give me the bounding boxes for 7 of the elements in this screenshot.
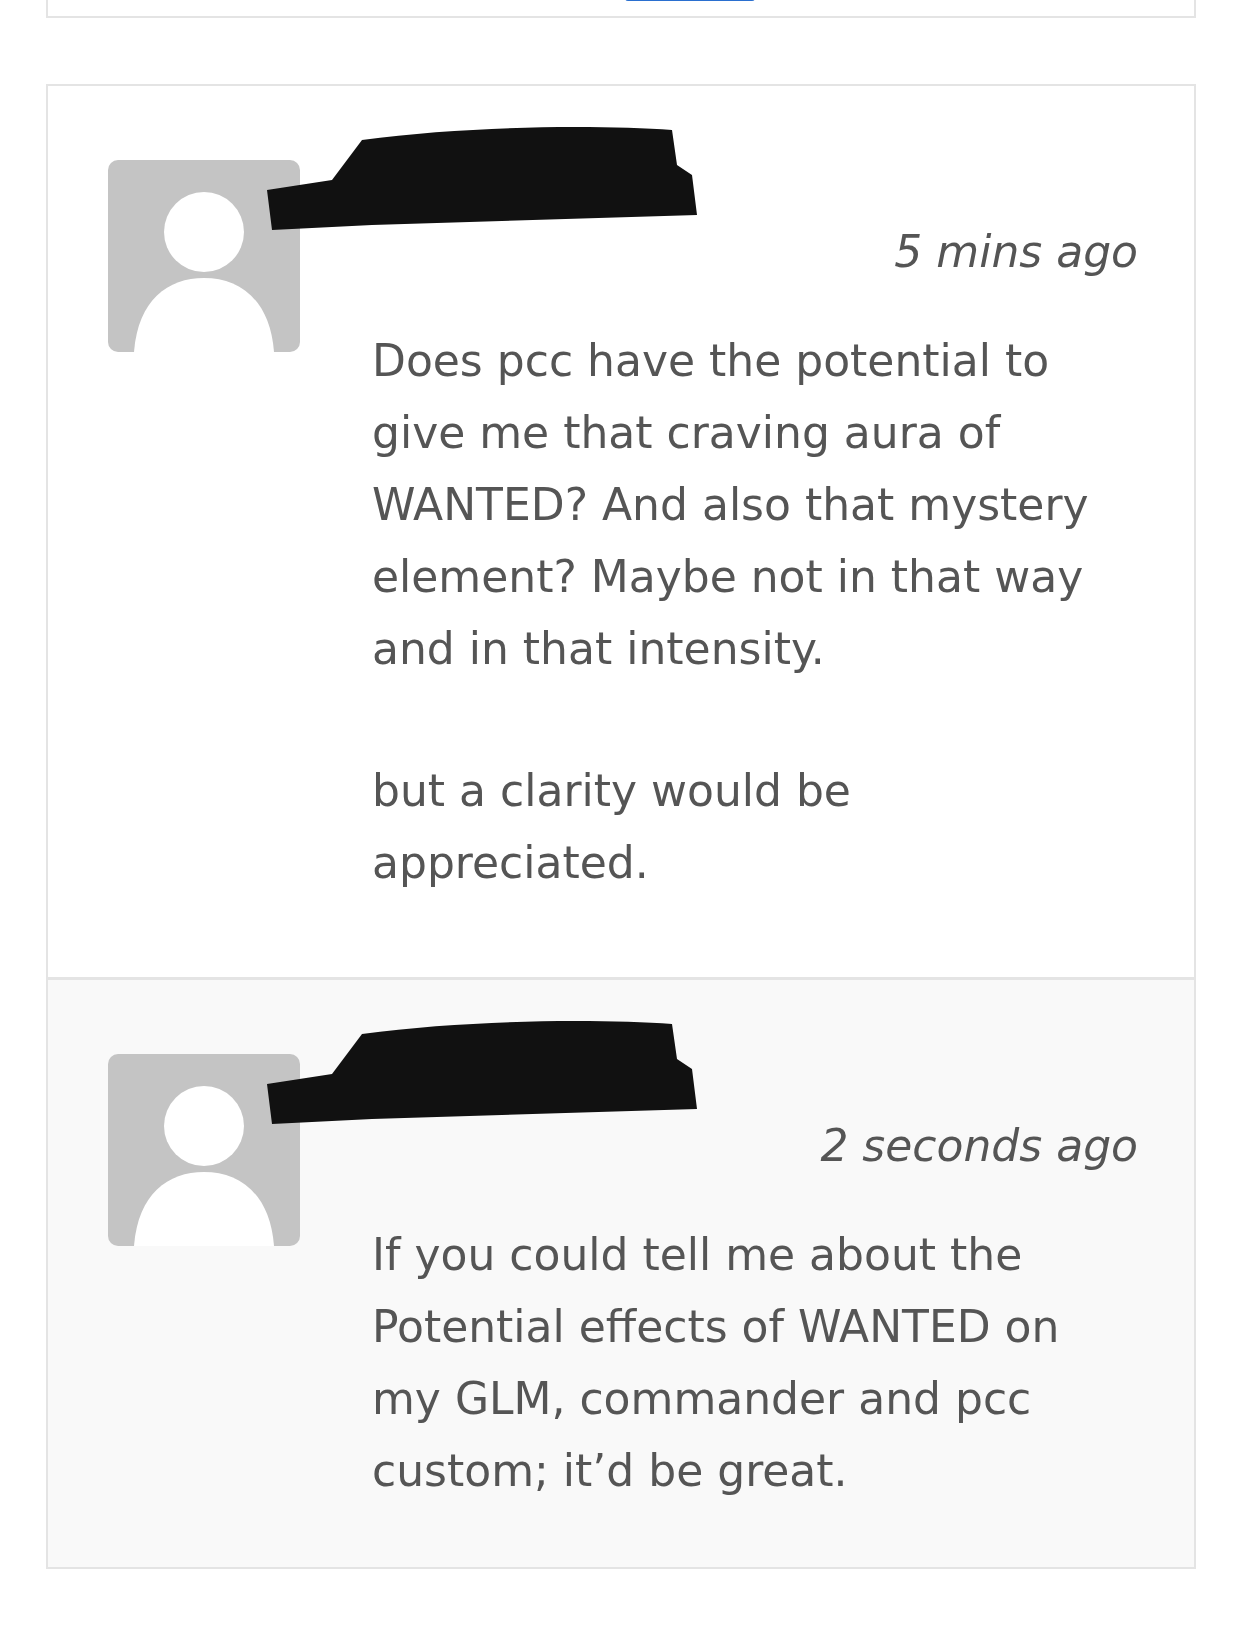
avatar-icon [108, 160, 300, 352]
comment-text: but a clarity would be appreciated. [372, 764, 852, 890]
avatar-icon [108, 1054, 300, 1246]
comment-text: Does pcc have the potential to give me that craving aura of WANTED? And also that mystery element? Maybe not in that way and in that intensity. [372, 334, 1090, 676]
comment-time: 5 mins ago [893, 226, 1138, 277]
comment-time: 2 seconds ago [819, 1120, 1138, 1171]
comment-text: If you could tell me about the Potential effects of WANTED on my GLM, commander and pcc custom; it’d be great. [372, 1228, 1061, 1498]
